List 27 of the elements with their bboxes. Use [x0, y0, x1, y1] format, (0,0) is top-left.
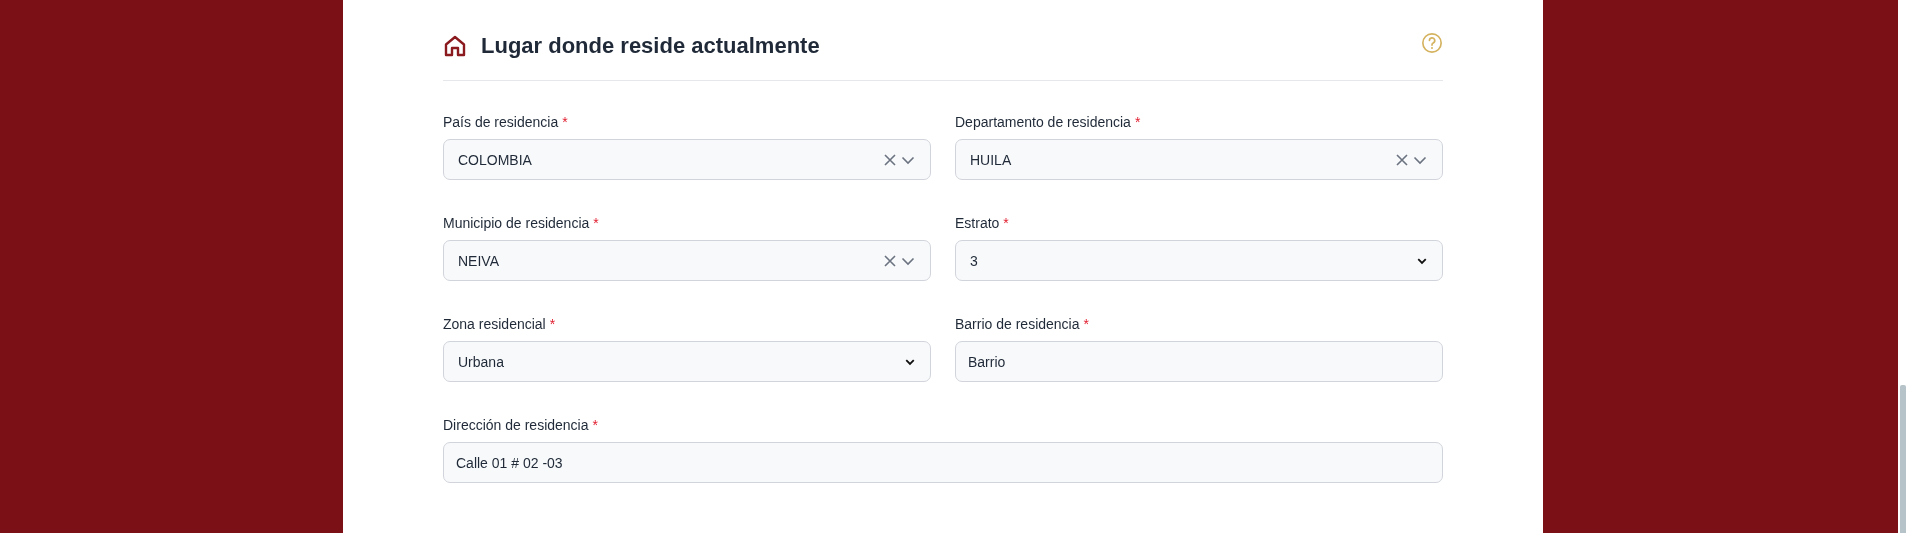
field-label: Barrio de residencia: [955, 316, 1080, 332]
clear-icon[interactable]: [1394, 151, 1410, 168]
field-label: País de residencia: [443, 114, 559, 130]
text-field[interactable]: Calle 01 # 02 -03: [443, 442, 1443, 483]
required-mark: *: [592, 417, 598, 433]
field-label: Estrato: [955, 215, 1000, 231]
combobox-field[interactable]: NEIVA: [443, 240, 931, 281]
required-mark: *: [1083, 316, 1089, 332]
required-mark: *: [549, 316, 556, 332]
field-label: Municipio de residencia: [443, 215, 590, 231]
field-label: Departamento de residencia: [955, 114, 1131, 130]
house-icon: [443, 34, 467, 58]
combobox-field[interactable]: COLOMBIA: [443, 139, 931, 180]
required-mark: *: [1134, 114, 1141, 130]
combobox-field[interactable]: HUILA: [955, 139, 1443, 180]
clear-icon[interactable]: [882, 252, 898, 269]
required-mark: *: [593, 215, 599, 231]
section-title: Lugar donde reside actualmente: [481, 33, 820, 59]
scrollbar-thumb[interactable]: [1900, 385, 1906, 533]
select-field[interactable]: 3: [955, 240, 1443, 281]
field-label: Zona residencial: [443, 316, 546, 332]
required-mark: *: [1003, 215, 1009, 231]
select-field[interactable]: Urbana: [443, 341, 931, 382]
clear-icon[interactable]: [882, 151, 898, 168]
text-field[interactable]: Barrio: [955, 341, 1443, 382]
field-label: Dirección de residencia: [443, 417, 589, 433]
required-mark: *: [562, 114, 568, 130]
